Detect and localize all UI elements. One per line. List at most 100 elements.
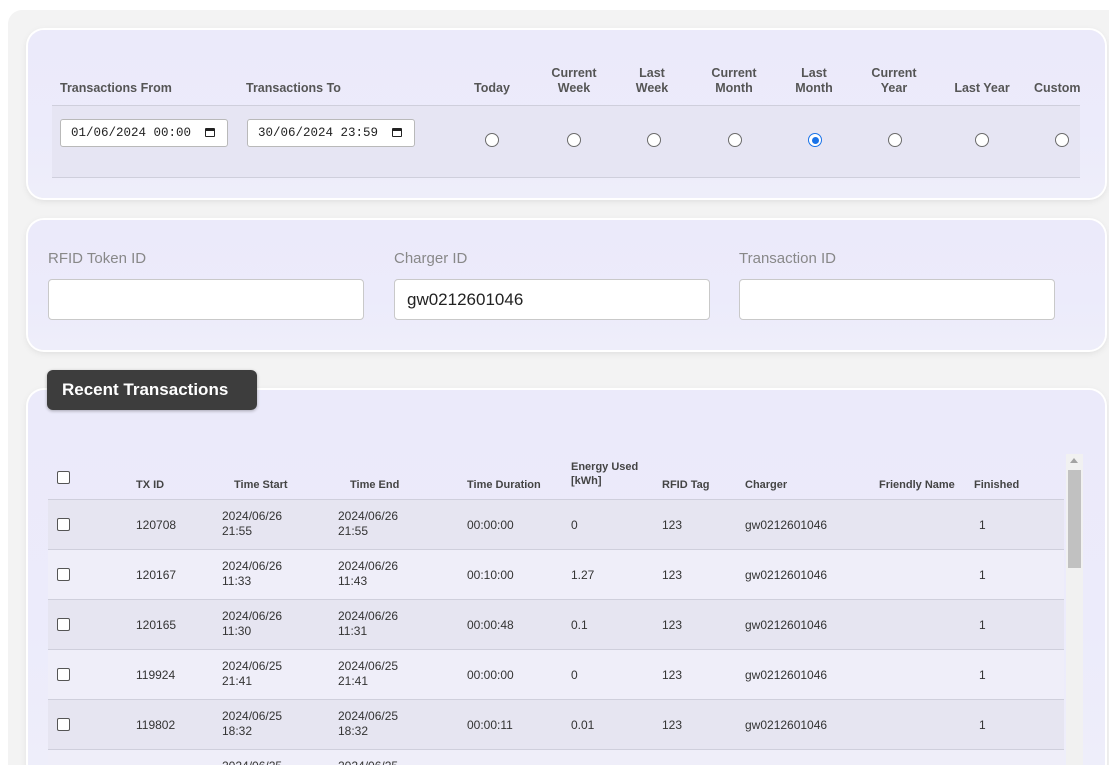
table-row[interactable]: 119802 2024/06/25 18:32 2024/06/25 18:32 00:0… (48, 700, 1064, 750)
cell-finished: 1 (979, 718, 986, 732)
cell-time-duration: 00:00:48 (467, 618, 514, 632)
cell-finished: 1 (979, 668, 986, 682)
filter-panel: RFID Token ID Charger ID gw0212601046 Tr… (28, 220, 1105, 350)
current-year-radio[interactable] (888, 133, 902, 147)
last-week-header-line2: Week (635, 81, 669, 95)
row-checkbox[interactable] (57, 718, 70, 731)
row-checkbox[interactable] (57, 568, 70, 581)
table-scrollbar[interactable] (1066, 454, 1083, 765)
cell-tx-id: 120167 (136, 568, 177, 582)
current-month-header: Current Month (704, 66, 764, 96)
transaction-id-input[interactable] (739, 279, 1055, 320)
last-year-header: Last Year (954, 81, 1010, 95)
cell-charger: gw0212601046 (745, 718, 828, 732)
scrollbar-thumb[interactable] (1068, 470, 1081, 568)
cell-time-start-time: 11:30 (222, 624, 252, 638)
current-week-header: Current Week (544, 66, 604, 96)
custom-radio[interactable] (1055, 133, 1069, 147)
table-row[interactable]: 119924 2024/06/25 21:41 2024/06/25 21:41 00:0… (48, 650, 1064, 700)
col-time-start[interactable]: Time Start (234, 478, 288, 492)
cell-energy-used: 0.1 (571, 618, 588, 632)
col-charger[interactable]: Charger (745, 478, 787, 492)
cell-time-end: 2024/06/26 21:55 (338, 509, 398, 539)
cell-time-end: 2024/06/26 11:31 (338, 609, 398, 639)
transactions-from-value: 01/06/2024 00:00 (71, 126, 192, 140)
transactions-to-header: Transactions To (246, 81, 341, 95)
cell-rfid-tag: 123 (662, 518, 683, 532)
current-year-header-line2: Year (880, 81, 908, 95)
cell-tx-id: 119924 (136, 668, 176, 682)
row-checkbox[interactable] (57, 668, 70, 681)
cell-rfid-tag: 123 (662, 568, 683, 582)
current-month-radio[interactable] (728, 133, 742, 147)
date-range-row: 01/06/2024 00:00 30/06/2024 23:59 (52, 106, 1080, 178)
table-row[interactable]: 120165 2024/06/26 11:30 2024/06/26 11:31 00:0… (48, 600, 1064, 650)
table-row[interactable]: 120708 2024/06/26 21:55 2024/06/26 21:55 00:0… (48, 500, 1064, 550)
cell-time-end-date: 2024/06/25 (338, 709, 399, 723)
select-all-checkbox[interactable] (57, 471, 70, 484)
current-week-radio[interactable] (567, 133, 581, 147)
current-week-header-line2: Week (557, 81, 591, 95)
cell-time-start-date: 2024/06/26 (222, 509, 283, 523)
recent-transactions-title: Recent Transactions (47, 370, 257, 410)
scroll-up-arrow-icon[interactable] (1070, 458, 1078, 463)
cell-time-start-date: 2024/06/26 (222, 559, 283, 573)
last-month-header: Last Month (784, 66, 844, 96)
col-tx-id[interactable]: TX ID (136, 478, 164, 492)
transactions-to-input[interactable]: 30/06/2024 23:59 (247, 119, 415, 147)
current-year-header-line1: Current (871, 66, 917, 80)
date-range-panel: Transactions From Transactions To Today … (28, 30, 1105, 198)
cell-time-duration: 00:10:00 (467, 568, 514, 582)
cell-energy-used: 0.01 (571, 718, 595, 732)
row-checkbox[interactable] (57, 618, 70, 631)
cell-rfid-tag: 123 (662, 668, 683, 682)
cell-charger: gw0212601046 (745, 618, 828, 632)
cell-time-end: 2024/06/25 (338, 759, 398, 765)
cell-time-end-time: 21:55 (338, 524, 369, 538)
last-month-header-line1: Last (801, 66, 827, 80)
table-row[interactable]: 120167 2024/06/26 11:33 2024/06/26 11:43 00:1… (48, 550, 1064, 600)
cell-time-end-date: 2024/06/26 (338, 609, 399, 623)
col-time-duration[interactable]: Time Duration (467, 478, 541, 492)
today-radio[interactable] (485, 133, 499, 147)
charger-id-label: Charger ID (394, 250, 468, 267)
cell-time-duration: 00:00:00 (467, 668, 514, 682)
cell-time-start-date: 2024/06/25 (222, 759, 282, 765)
col-rfid-tag[interactable]: RFID Tag (662, 478, 709, 492)
last-month-radio[interactable] (808, 133, 822, 147)
current-week-header-line1: Current (551, 66, 597, 80)
last-week-header: Last Week (622, 66, 682, 96)
transactions-to-value: 30/06/2024 23:59 (258, 126, 379, 140)
cell-time-start: 2024/06/25 21:41 (222, 659, 282, 689)
cell-time-duration: 00:00:00 (467, 518, 514, 532)
cell-time-end: 2024/06/26 11:43 (338, 559, 398, 589)
last-week-radio[interactable] (647, 133, 661, 147)
col-time-end[interactable]: Time End (350, 478, 399, 492)
rfid-token-input[interactable] (48, 279, 364, 320)
col-finished[interactable]: Finished (974, 478, 1019, 492)
cell-time-end-time: 18:32 (338, 724, 369, 738)
calendar-icon[interactable] (205, 128, 215, 137)
col-energy-used[interactable]: Energy Used [kWh] (571, 460, 638, 488)
cell-tx-id: 120708 (136, 518, 177, 532)
cell-time-start-time: 18:32 (222, 724, 253, 738)
cell-time-start: 2024/06/26 11:30 (222, 609, 282, 639)
cell-time-start-time: 11:33 (222, 574, 252, 588)
cell-time-end-date: 2024/06/26 (338, 559, 399, 573)
calendar-icon[interactable] (392, 128, 402, 137)
transactions-table: TX ID Time Start Time End Time Duration … (48, 454, 1064, 765)
cell-time-duration: 00:00:11 (467, 718, 513, 732)
cell-time-start: 2024/06/25 18:32 (222, 709, 282, 739)
cell-time-end: 2024/06/25 21:41 (338, 659, 398, 689)
cell-charger: gw0212601046 (745, 568, 828, 582)
table-row[interactable]: 2024/06/25 2024/06/25 (48, 750, 1064, 765)
cell-charger: gw0212601046 (745, 518, 828, 532)
row-checkbox[interactable] (57, 518, 70, 531)
col-friendly-name[interactable]: Friendly Name (879, 478, 955, 492)
cell-time-end-date: 2024/06/25 (338, 659, 399, 673)
transactions-from-input[interactable]: 01/06/2024 00:00 (60, 119, 228, 147)
cell-tx-id: 119802 (136, 718, 176, 732)
last-month-header-line2: Month (795, 81, 833, 95)
charger-id-input[interactable]: gw0212601046 (394, 279, 710, 320)
last-year-radio[interactable] (975, 133, 989, 147)
